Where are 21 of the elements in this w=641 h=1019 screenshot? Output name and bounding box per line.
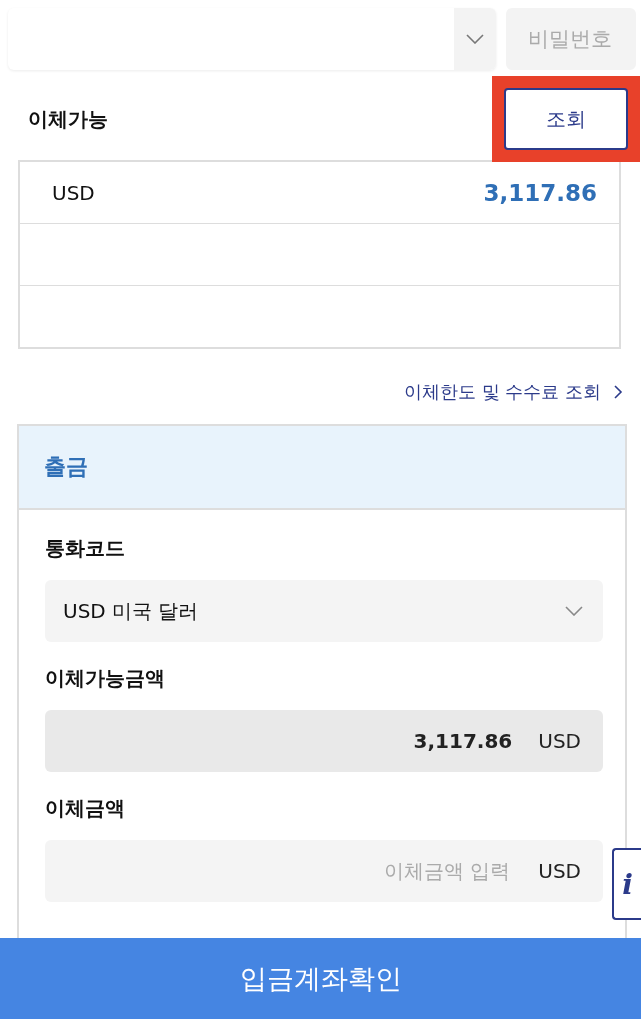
card-title: 출금 <box>44 453 88 481</box>
unit-label: USD <box>538 859 581 883</box>
field-label: 이체가능금액 <box>45 665 166 692</box>
info-icon[interactable]: i <box>612 848 641 920</box>
query-button[interactable]: 조회 <box>504 88 628 150</box>
currency-cell: USD <box>52 180 95 205</box>
limit-fee-link[interactable]: 이체한도 및 수수료 조회 <box>403 369 623 414</box>
chevron-down-icon <box>565 606 583 616</box>
field-label: 이체금액 <box>45 795 126 822</box>
currency-select[interactable]: USD 미국 달러 <box>45 580 603 642</box>
amount-field[interactable]: 이체금액 입력 USD <box>45 840 603 902</box>
field-label: 통화코드 <box>45 535 126 562</box>
chevron-right-icon <box>613 383 623 400</box>
available-amount-field: 3,117.86 USD <box>45 710 603 772</box>
amount-input[interactable]: 이체금액 입력 <box>45 858 513 884</box>
password-field[interactable]: 비밀번호 <box>506 8 636 70</box>
section-title: 이체가능 <box>28 105 108 133</box>
account-select[interactable] <box>8 8 496 70</box>
amount-cell: 3,117.86 <box>483 179 597 206</box>
chevron-down-icon <box>454 8 496 70</box>
confirm-account-button[interactable]: 입금계좌확인 <box>0 938 641 1019</box>
